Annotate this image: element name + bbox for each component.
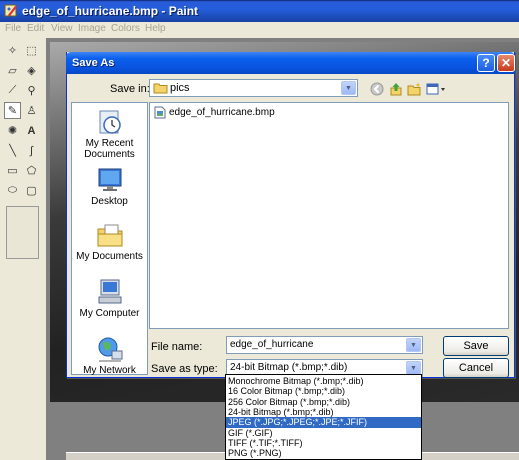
new-folder-icon[interactable]: [406, 81, 422, 97]
window-titlebar[interactable]: edge_of_hurricane.bmp - Paint: [0, 0, 519, 22]
place-label: My Computer: [79, 308, 140, 319]
list-item[interactable]: edge_of_hurricane.bmp: [154, 106, 275, 119]
folder-icon: [153, 83, 168, 94]
save-in-label: Save in:: [110, 83, 150, 95]
airbrush-icon[interactable]: ✺: [4, 122, 21, 139]
place-my-computer[interactable]: My Computer: [72, 278, 147, 319]
back-icon[interactable]: [369, 81, 385, 97]
place-recent-documents[interactable]: My Recent Documents: [72, 108, 147, 160]
bitmap-file-icon: [154, 106, 166, 119]
pencil-icon[interactable]: ✎: [4, 102, 21, 119]
file-type-label: Save as type:: [151, 363, 218, 375]
my-computer-icon: [98, 279, 121, 304]
file-type-option[interactable]: PNG (*.PNG): [226, 448, 421, 458]
file-list[interactable]: edge_of_hurricane.bmp: [149, 102, 509, 329]
file-type-option[interactable]: TIFF (*.TIF;*.TIFF): [226, 438, 421, 448]
place-desktop[interactable]: Desktop: [72, 166, 147, 207]
menu-colors[interactable]: Colors: [111, 23, 140, 34]
curve-icon[interactable]: ∫: [23, 142, 40, 159]
menu-edit[interactable]: Edit: [27, 23, 44, 34]
menu-view[interactable]: View: [51, 23, 73, 34]
free-form-select-icon[interactable]: ✧: [4, 42, 21, 59]
rounded-rectangle-icon[interactable]: ▢: [23, 182, 40, 199]
menu-image[interactable]: Image: [78, 23, 106, 34]
rectangle-icon[interactable]: ▭: [4, 162, 21, 179]
close-button[interactable]: ✕: [497, 54, 515, 72]
file-name-label: File name:: [151, 341, 203, 353]
line-icon[interactable]: ╲: [4, 142, 21, 159]
file-name: edge_of_hurricane.bmp: [169, 107, 275, 118]
place-label: My Recent Documents: [84, 138, 135, 160]
file-type-value: 24-bit Bitmap (*.bmp;*.dib): [230, 362, 348, 373]
my-documents-icon: [97, 224, 122, 247]
text-icon[interactable]: A: [23, 122, 40, 139]
dialog-titlebar[interactable]: Save As ? ✕: [66, 52, 515, 74]
help-button[interactable]: ?: [477, 54, 495, 72]
polygon-icon[interactable]: ⬠: [23, 162, 40, 179]
file-type-option[interactable]: 256 Color Bitmap (*.bmp;*.dib): [226, 397, 421, 407]
desktop-icon: [98, 168, 121, 191]
fill-icon[interactable]: ◈: [23, 62, 40, 79]
recent-documents-icon: [99, 110, 121, 134]
save-as-dialog: Save As ? ✕ Save in: pics ▼ My Recent Do…: [66, 52, 515, 378]
menu-help[interactable]: Help: [145, 23, 166, 34]
save-button[interactable]: Save: [443, 336, 509, 356]
ellipse-icon[interactable]: ⬭: [4, 182, 21, 199]
file-type-option[interactable]: 16 Color Bitmap (*.bmp;*.dib): [226, 386, 421, 396]
color-picker-icon[interactable]: ⟋: [4, 82, 21, 99]
toolbox: ✧ ⬚ ▱ ◈ ⟋ ⚲ ✎ ♙ ✺ A ╲ ∫ ▭ ⬠ ⬭ ▢: [0, 38, 46, 460]
place-my-network[interactable]: My Network: [72, 335, 147, 376]
select-icon[interactable]: ⬚: [23, 42, 40, 59]
up-folder-icon[interactable]: [388, 81, 404, 97]
tool-options-box[interactable]: [6, 206, 39, 259]
place-label: My Network: [83, 365, 136, 376]
eraser-icon[interactable]: ▱: [4, 62, 21, 79]
file-type-option-selected[interactable]: JPEG (*.JPG;*.JPEG;*.JPE;*.JFIF): [226, 417, 421, 428]
dialog-title: Save As: [72, 57, 115, 69]
file-type-options-list: Monochrome Bitmap (*.bmp;*.dib) 16 Color…: [225, 374, 422, 460]
chevron-down-icon[interactable]: ▼: [406, 338, 421, 352]
menu-file[interactable]: File: [5, 23, 21, 34]
my-network-icon: [98, 337, 122, 362]
cancel-button[interactable]: Cancel: [443, 358, 509, 378]
paint-app-icon: [4, 4, 17, 17]
chevron-down-icon[interactable]: ▼: [406, 361, 421, 375]
save-in-value: pics: [170, 82, 190, 94]
menu-bar: File Edit View Image Colors Help: [0, 22, 519, 38]
file-type-option[interactable]: Monochrome Bitmap (*.bmp;*.dib): [226, 376, 421, 386]
magnifier-icon[interactable]: ⚲: [23, 82, 40, 99]
file-type-option[interactable]: GIF (*.GIF): [226, 428, 421, 438]
chevron-down-icon[interactable]: ▼: [341, 81, 356, 95]
place-label: Desktop: [91, 196, 128, 207]
file-name-field[interactable]: edge_of_hurricane ▼: [226, 336, 423, 354]
views-menu-icon[interactable]: [425, 81, 447, 97]
save-in-dropdown[interactable]: pics ▼: [149, 79, 358, 97]
file-type-option[interactable]: 24-bit Bitmap (*.bmp;*.dib): [226, 407, 421, 417]
window-title: edge_of_hurricane.bmp - Paint: [22, 4, 199, 18]
place-my-documents[interactable]: My Documents: [72, 221, 147, 262]
file-name-value: edge_of_hurricane: [230, 339, 314, 350]
places-bar: My Recent Documents Desktop My Documents: [71, 102, 148, 376]
brush-icon[interactable]: ♙: [23, 102, 40, 119]
place-label: My Documents: [76, 251, 143, 262]
